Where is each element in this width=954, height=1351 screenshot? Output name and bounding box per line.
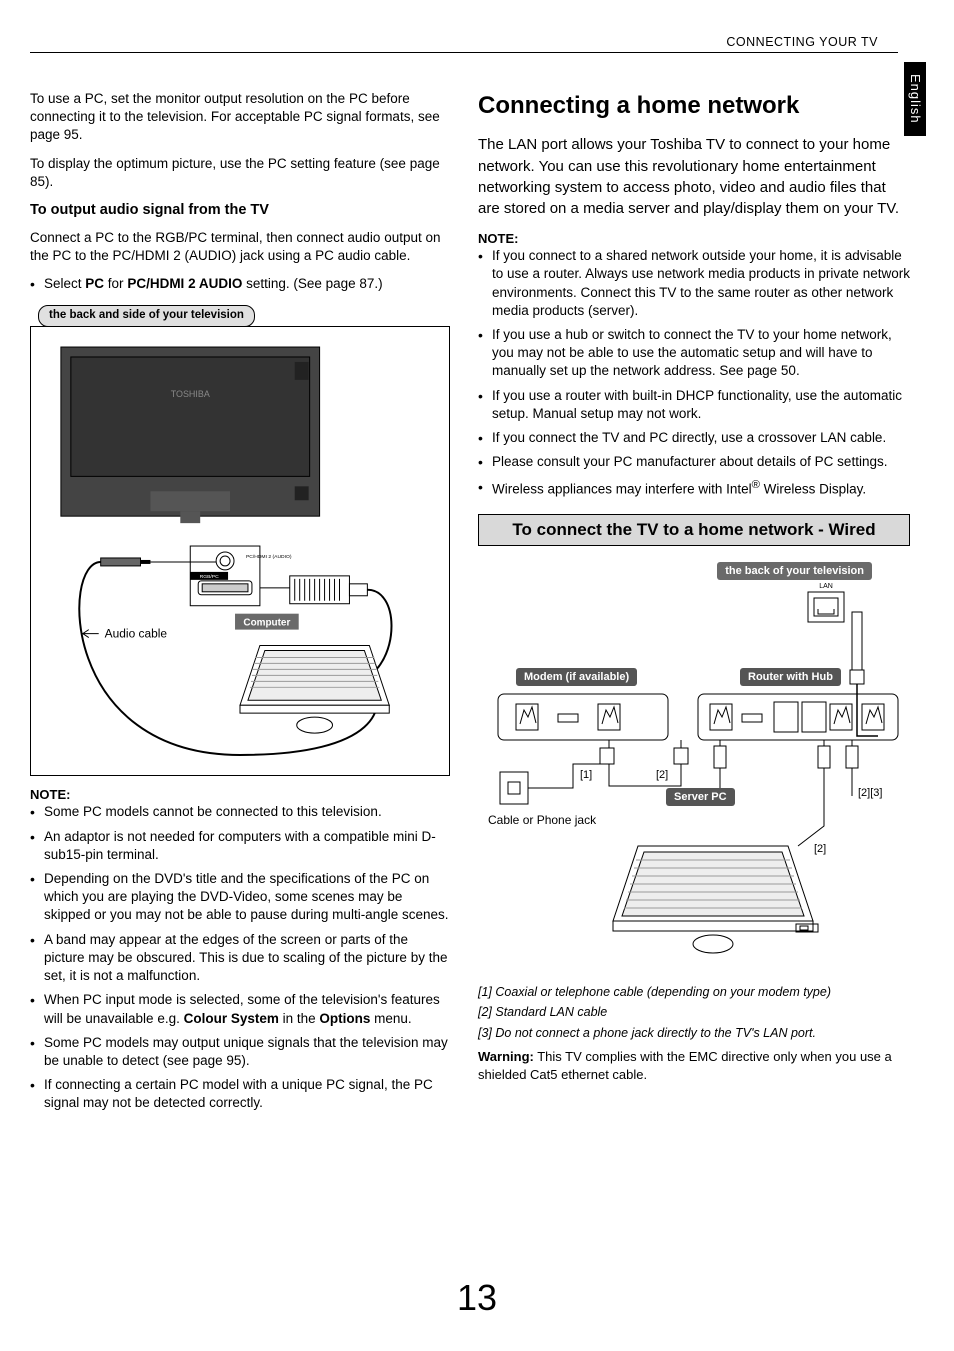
wired-section-heading: To connect the TV to a home network - Wi… (478, 514, 910, 545)
select-pc-bullet: Select PC for PC/HDMI 2 AUDIO setting. (… (30, 275, 450, 293)
ref2b: [2] (814, 843, 826, 855)
port-label: PC/HDMI 2 (AUDIO) (246, 554, 292, 560)
router-label: Router with Hub (740, 668, 841, 687)
left-column: To use a PC, set the monitor output reso… (30, 90, 450, 1119)
note-item: When PC input mode is selected, some of … (30, 991, 450, 1027)
text-bold: Options (319, 1011, 370, 1026)
pc-resolution-text: To use a PC, set the monitor output reso… (30, 90, 450, 145)
note-item: If you connect to a shared network outsi… (478, 247, 910, 320)
text: for (104, 276, 127, 291)
modem-label: Modem (if available) (516, 668, 637, 687)
note-item: If you connect the TV and PC directly, u… (478, 429, 910, 447)
page-number: 13 (0, 1274, 954, 1323)
note-item: A band may appear at the edges of the sc… (30, 931, 450, 986)
ref1: [1] (580, 769, 592, 781)
registered-mark: ® (752, 479, 760, 491)
footnote-2: [2] Standard LAN cable (478, 1004, 910, 1021)
footnote-3: [3] Do not connect a phone jack directly… (478, 1025, 910, 1042)
text: Wireless Display. (760, 481, 866, 496)
connect-pc-text: Connect a PC to the RGB/PC terminal, the… (30, 229, 450, 265)
computer-label: Computer (243, 617, 290, 628)
figure1-caption: the back and side of your television (38, 305, 255, 327)
note-item: An adaptor is not needed for computers w… (30, 828, 450, 864)
figure2-diagram: the back of your television LAN (478, 556, 910, 976)
note-item: If you use a router with built-in DHCP f… (478, 387, 910, 423)
note-item: Some PC models may output unique signals… (30, 1034, 450, 1070)
warning-text: Warning: This TV complies with the EMC d… (478, 1048, 910, 1083)
audio-cable-label: Audio cable (105, 626, 168, 640)
text: in the (279, 1011, 320, 1026)
text: Wireless appliances may interfere with I… (492, 481, 752, 496)
ref2a: [2] (656, 769, 668, 781)
text-bold: Colour System (184, 1011, 279, 1026)
output-audio-heading: To output audio signal from the TV (30, 201, 450, 221)
header-rule (30, 52, 898, 53)
page-header: CONNECTING YOUR TV (726, 34, 878, 51)
right-column: Connecting a home network The LAN port a… (478, 90, 910, 1119)
pc-setting-text: To display the optimum picture, use the … (30, 155, 450, 191)
rgb-label: RGB/PC (200, 574, 219, 580)
warning-label: Warning: (478, 1049, 534, 1064)
server-pc-label: Server PC (666, 788, 735, 807)
note-item: Wireless appliances may interfere with I… (478, 478, 910, 499)
text: setting. (See page 87.) (242, 276, 382, 291)
cable-jack-label: Cable or Phone jack (488, 813, 597, 827)
note-label-right: NOTE: (478, 230, 910, 248)
note-label-left: NOTE: (30, 786, 450, 804)
toshiba-label: TOSHIBA (171, 389, 210, 399)
note-item: If connecting a certain PC model with a … (30, 1076, 450, 1112)
text: menu. (370, 1011, 411, 1026)
lan-label: LAN (819, 583, 833, 590)
note-item: If you use a hub or switch to connect th… (478, 326, 910, 381)
note-item: Some PC models cannot be connected to th… (30, 803, 450, 821)
footnote-1: [1] Coaxial or telephone cable (dependin… (478, 984, 910, 1001)
figure1-diagram: TOSHIBA PC/HDMI 2 (AUDIO) RGB/PC (30, 326, 450, 776)
text: Select (44, 276, 85, 291)
note-item: Depending on the DVD's title and the spe… (30, 870, 450, 925)
ref23: [2][3] (858, 787, 882, 799)
text-bold: PC (85, 276, 104, 291)
network-intro: The LAN port allows your Toshiba TV to c… (478, 134, 910, 219)
text: This TV complies with the EMC directive … (478, 1049, 892, 1082)
note-item: Please consult your PC manufacturer abou… (478, 453, 910, 471)
figure2-caption: the back of your television (717, 562, 872, 581)
connecting-network-title: Connecting a home network (478, 90, 910, 122)
text-bold: PC/HDMI 2 AUDIO (127, 276, 242, 291)
